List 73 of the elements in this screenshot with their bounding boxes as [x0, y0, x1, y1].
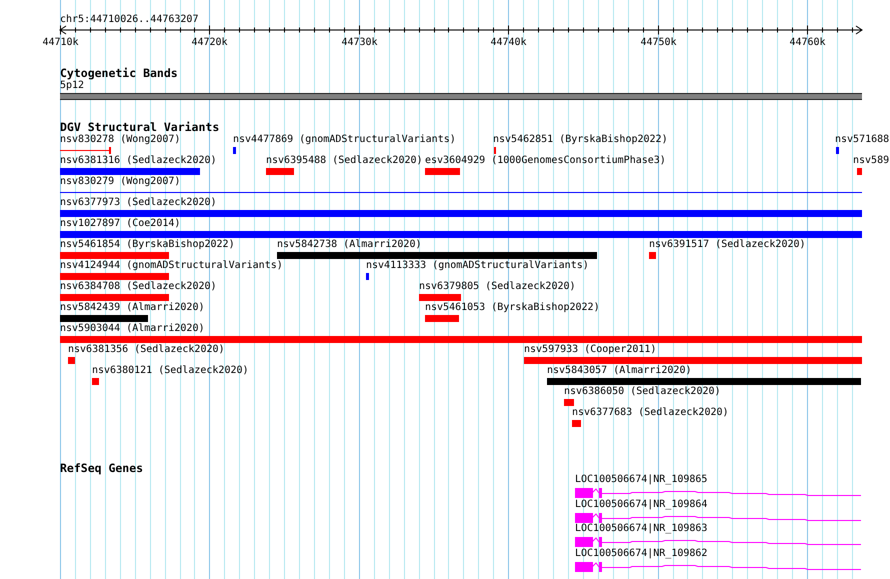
variant-label[interactable]: nsv6379805 (Sedlazeck2020) [419, 281, 576, 293]
gene-model-drawing[interactable] [575, 537, 862, 548]
variant-label[interactable]: nsv5843057 (Almarri2020) [547, 365, 692, 377]
track-title: RefSeq Genes [60, 461, 144, 475]
variant-label[interactable]: nsv6384708 (Sedlazeck2020) [60, 281, 217, 293]
variant-label[interactable]: nsv6381316 (Sedlazeck2020) [60, 155, 217, 167]
variant-end-mark [109, 147, 111, 154]
variant-label[interactable]: nsv6380121 (Sedlazeck2020) [92, 365, 249, 377]
variant-label[interactable]: nsv5842738 (Almarri2020) [277, 239, 422, 251]
variant-label[interactable]: nsv6391517 (Sedlazeck2020) [649, 239, 806, 251]
variant-label[interactable]: nsv571688 [835, 134, 890, 146]
variant-bar[interactable] [649, 252, 656, 259]
variant-label[interactable]: nsv5461854 (ByrskaBishop2022) [60, 239, 235, 251]
variant-label[interactable]: nsv5462851 (ByrskaBishop2022) [493, 134, 668, 146]
track-title: Cytogenetic Bands [60, 66, 178, 80]
variant-label[interactable]: nsv1027897 (Coe2014) [60, 218, 180, 230]
variant-bar[interactable] [564, 399, 574, 406]
variant-label[interactable]: nsv6377683 (Sedlazeck2020) [572, 407, 729, 419]
gene-label[interactable]: LOC100506674|NR_109863 [575, 523, 708, 536]
variant-line[interactable] [60, 192, 862, 193]
variant-label[interactable]: nsv830279 (Wong2007) [60, 176, 180, 188]
gene-model-drawing[interactable] [575, 488, 862, 499]
variant-label[interactable]: nsv5461053 (ByrskaBishop2022) [425, 302, 600, 314]
variant-label[interactable]: nsv589 [853, 155, 890, 167]
variant-bar[interactable] [60, 315, 148, 322]
variant-label[interactable]: nsv6386050 (Sedlazeck2020) [564, 386, 721, 398]
variant-bar[interactable] [60, 252, 169, 259]
tick-label: 44710k [41, 37, 80, 49]
variant-bar[interactable] [277, 252, 597, 259]
tick-label: 44730k [340, 37, 379, 49]
variant-bar[interactable] [836, 147, 839, 154]
band-label: 5p12 [60, 80, 84, 92]
variant-label[interactable]: nsv4477869 (gnomADStructuralVariants) [233, 134, 456, 146]
variant-label[interactable]: nsv6377973 (Sedlazeck2020) [60, 197, 217, 209]
variant-bar[interactable] [60, 273, 169, 280]
variant-bar[interactable] [419, 294, 461, 301]
track-title: DGV Structural Variants [60, 120, 220, 134]
variant-label[interactable]: nsv4113333 (gnomADStructuralVariants) [366, 260, 589, 272]
tick-label: 44760k [788, 37, 827, 49]
variant-bar[interactable] [60, 336, 862, 343]
tick-label: 44750k [639, 37, 678, 49]
variant-bar[interactable] [425, 315, 459, 322]
variant-label[interactable]: esv3604929 (1000GenomesConsortiumPhase3) [425, 155, 666, 167]
gene-model-drawing[interactable] [575, 562, 862, 574]
variant-bar[interactable] [60, 210, 862, 217]
variant-bar[interactable] [92, 378, 99, 385]
variant-label[interactable]: nsv5842439 (Almarri2020) [60, 302, 204, 314]
tick-label: 44740k [489, 37, 528, 49]
variant-label[interactable]: nsv5903044 (Almarri2020) [60, 323, 204, 335]
location-label: chr5:44710026..44763207 [60, 14, 198, 26]
variant-label[interactable]: nsv6381356 (Sedlazeck2020) [68, 344, 225, 356]
variant-bar[interactable] [60, 294, 169, 301]
variant-bar[interactable] [425, 168, 460, 175]
variant-label[interactable]: nsv4124944 (gnomADStructuralVariants) [60, 260, 283, 272]
variant-bar[interactable] [524, 357, 862, 364]
gene-model-drawing[interactable] [575, 512, 862, 524]
variant-bar[interactable] [266, 168, 294, 175]
variant-bar[interactable] [233, 147, 236, 154]
gene-label[interactable]: LOC100506674|NR_109862 [575, 548, 708, 560]
variant-label[interactable]: nsv597933 (Cooper2011) [524, 344, 656, 356]
variant-label[interactable]: nsv830278 (Wong2007) [60, 134, 180, 146]
variant-bar[interactable] [572, 420, 581, 427]
tick-label: 44720k [190, 37, 229, 49]
gene-label[interactable]: LOC100506674|NR_109864 [575, 498, 708, 511]
variant-bar[interactable] [60, 231, 862, 238]
variant-label[interactable]: nsv6395488 (Sedlazeck2020) [266, 155, 423, 167]
variant-bar[interactable] [366, 273, 369, 280]
gene-label[interactable]: LOC100506674|NR_109865 [575, 474, 708, 486]
variant-bar[interactable] [547, 378, 861, 385]
variant-bar[interactable] [68, 357, 75, 364]
variant-bar[interactable] [857, 168, 862, 175]
variant-line[interactable] [60, 150, 110, 151]
variant-bar[interactable] [60, 168, 200, 175]
